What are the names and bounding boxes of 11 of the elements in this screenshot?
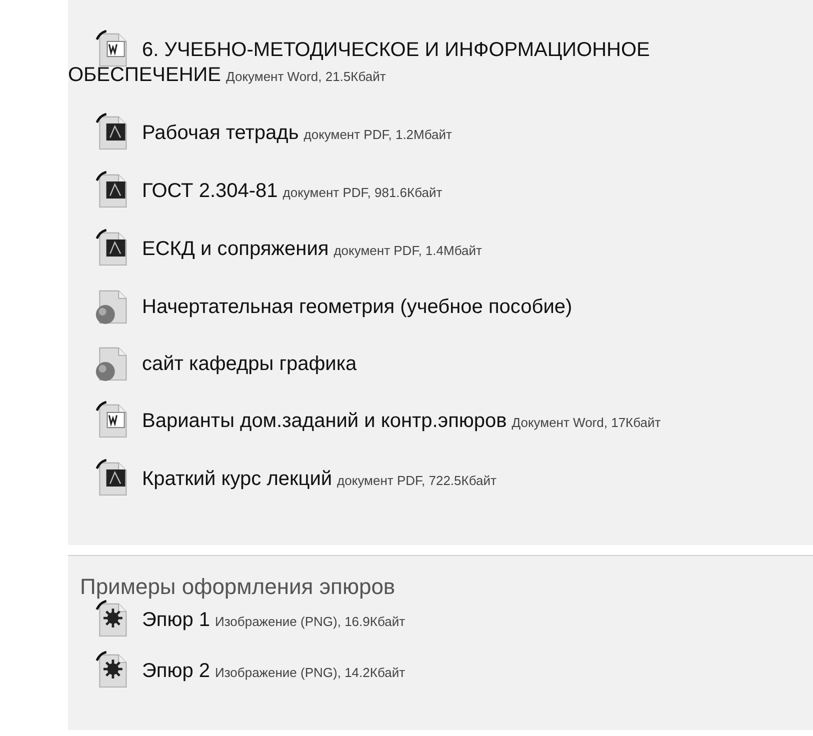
resource-link[interactable]: Начертательная геометрия (учебное пособие) [68,295,813,320]
resource-link[interactable]: 6. УЧЕБНО-МЕТОДИЧЕСКОЕ И ИНФОРМАЦИОННОЕ ОБЕСПЕЧЕНИЕ Документ Word, 21.5Кбайт [68,38,813,89]
section-heading: Примеры оформления эпюров [80,574,396,600]
resource-link[interactable]: Эпюр 1 Изображение (PNG), 16.9Кбайт [68,608,813,634]
resource-link[interactable]: сайт кафедры графика [68,352,813,377]
resource-link[interactable]: ГОСТ 2.304-81 документ PDF, 981.6Кбайт [68,179,813,205]
resource-link[interactable]: Варианты дом.заданий и контр.эпюров Документ Word, 17Кбайт [68,409,813,435]
resource-link[interactable]: ЕСКД и сопряжения документ PDF, 1.4Мбайт [68,237,813,263]
resource-link[interactable]: Краткий курс лекций документ PDF, 722.5Кбайт [68,467,813,493]
resource-link[interactable]: Эпюр 2 Изображение (PNG), 14.2Кбайт [68,659,813,686]
resource-link[interactable]: Рабочая тетрадь документ PDF, 1.2Мбайт [68,121,813,147]
